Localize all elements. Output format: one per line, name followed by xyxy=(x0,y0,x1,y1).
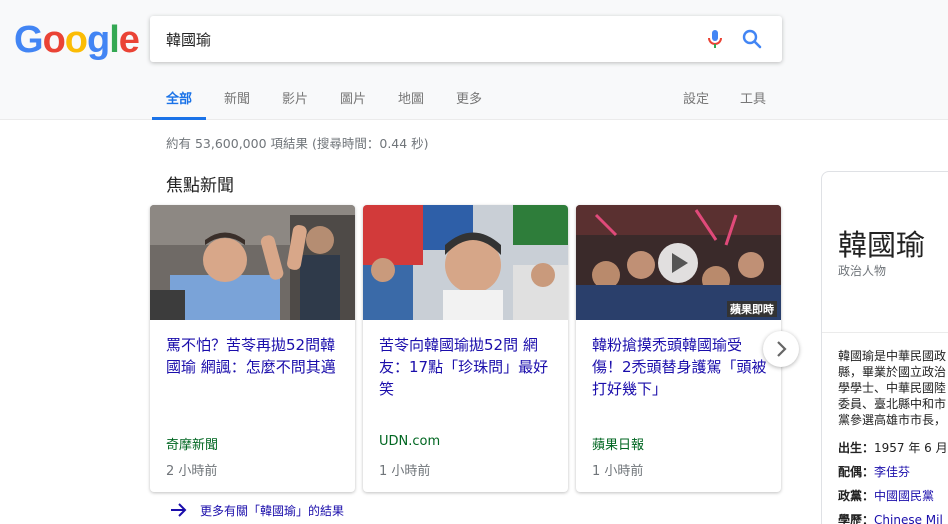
kp-description-line: 韓國瑜是中華民國政 xyxy=(838,349,947,363)
news-card-time: 1 小時前 xyxy=(379,464,431,479)
news-card-title[interactable]: 韓粉搶摸禿頭韓國瑜受傷！2禿頭替身護駕「頭被打好幾下」 xyxy=(592,334,770,400)
logo-letter: g xyxy=(87,19,110,61)
arrow-right-icon xyxy=(171,503,187,517)
kp-description-line: 學學士、中華民國陸 xyxy=(838,381,947,395)
kp-fact-link[interactable]: Chinese Mil xyxy=(874,513,943,524)
news-card-title[interactable]: 苦苓向韓國瑜拋52問 網友：17點「珍珠問」最好笑 xyxy=(379,334,557,400)
kp-fact-party: 政黨：中國國民黨 xyxy=(838,487,934,504)
magnifier-icon[interactable] xyxy=(740,27,764,51)
tab-more[interactable]: 更多 xyxy=(456,88,482,120)
kp-description-line: 黨參選高雄市市長， xyxy=(838,413,947,427)
google-logo[interactable]: Google xyxy=(14,16,140,64)
tab-maps[interactable]: 地圖 xyxy=(398,88,424,120)
tools-link[interactable]: 工具 xyxy=(740,88,766,107)
search-input[interactable] xyxy=(166,28,686,50)
kp-fact-link[interactable]: 李佳芬 xyxy=(874,465,910,479)
kp-description-line: 委員、臺北縣中和市 xyxy=(838,397,947,411)
news-card[interactable]: 蘋果即時 韓粉搶摸禿頭韓國瑜受傷！2禿頭替身護駕「頭被打好幾下」 蘋果日報 1 … xyxy=(576,205,781,492)
kp-fact-education: 學歷：Chinese Mil xyxy=(838,511,943,524)
news-thumbnail: 蘋果即時 xyxy=(576,205,781,320)
kp-fact-birth: 出生：1957 年 6 月 xyxy=(838,439,948,456)
logo-letter: o xyxy=(42,19,66,61)
kp-fact-key: 學歷： xyxy=(838,513,875,524)
logo-letter: l xyxy=(109,19,120,61)
knowledge-panel: 韓國瑜 政治人物 韓國瑜是中華民國政 縣，畢業於國立政治 學學士、中華民國陸 委… xyxy=(821,171,948,524)
kp-fact-key: 政黨： xyxy=(838,489,875,503)
news-card[interactable]: 苦苓向韓國瑜拋52問 網友：17點「珍珠問」最好笑 UDN.com 1 小時前 xyxy=(363,205,568,492)
tab-images[interactable]: 圖片 xyxy=(340,88,366,120)
settings-link[interactable]: 設定 xyxy=(683,88,709,107)
next-arrow-button[interactable] xyxy=(763,331,799,367)
logo-letter: G xyxy=(14,19,44,61)
kp-divider xyxy=(822,332,948,333)
news-card-source: 蘋果日報 xyxy=(592,438,645,453)
chevron-right-icon xyxy=(777,341,787,357)
kp-fact-link[interactable]: 中國國民黨 xyxy=(874,489,934,503)
tab-all[interactable]: 全部 xyxy=(151,88,207,120)
logo-letter: o xyxy=(64,19,88,61)
tab-videos[interactable]: 影片 xyxy=(282,88,308,120)
kp-subtitle: 政治人物 xyxy=(838,264,887,278)
kp-description-line: 縣，畢業於國立政治 xyxy=(838,365,947,379)
tab-news[interactable]: 新聞 xyxy=(224,88,250,120)
top-stories-title: 焦點新聞 xyxy=(166,176,234,196)
search-box xyxy=(150,16,782,62)
news-card[interactable]: 罵不怕？苦苓再拋52問韓國瑜 網諷：怎麼不問其邁 奇摩新聞 2 小時前 xyxy=(150,205,355,492)
news-card-time: 2 小時前 xyxy=(166,464,218,479)
news-card-time: 1 小時前 xyxy=(592,464,644,479)
more-results-text: 更多有關「韓國瑜」的結果 xyxy=(200,504,345,518)
result-stats: 約有 53,600,000 項結果 (搜尋時間：0.44 秒) xyxy=(166,136,429,151)
kp-title: 韓國瑜 xyxy=(838,228,926,262)
news-card-source: UDN.com xyxy=(379,434,441,449)
news-card-title[interactable]: 罵不怕？苦苓再拋52問韓國瑜 網諷：怎麼不問其邁 xyxy=(166,334,344,378)
kp-fact-value: 1957 年 6 月 xyxy=(874,441,948,455)
news-thumbnail xyxy=(150,205,355,320)
news-card-source: 奇摩新聞 xyxy=(166,438,219,453)
news-thumbnail xyxy=(363,205,568,320)
search-header: Google 全部 新聞 影片 圖片 地圖 更多 設定 工具 xyxy=(0,0,948,120)
kp-fact-spouse: 配偶：李佳芬 xyxy=(838,463,910,480)
kp-fact-key: 配偶： xyxy=(838,465,875,479)
logo-letter: e xyxy=(118,19,140,61)
microphone-icon[interactable] xyxy=(703,27,727,51)
kp-fact-key: 出生： xyxy=(838,441,875,455)
image-caption: 蘋果即時 xyxy=(727,301,777,317)
